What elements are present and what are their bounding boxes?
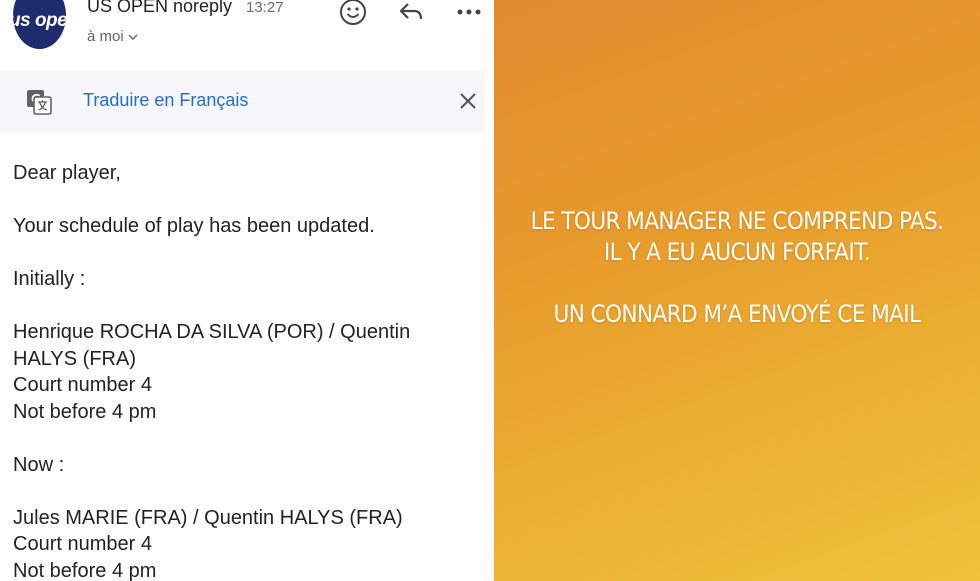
sender-avatar[interactable]: us open [13,0,66,49]
story-pane: LE TOUR MANAGER NE COMPREND PAS. IL Y A … [494,0,980,581]
initial-court: Court number 4 [13,374,152,396]
recipient-label: à moi [87,28,124,45]
story-spacer [494,268,980,299]
smiley-face-icon[interactable] [336,0,370,28]
initial-time: Not before 4 pm [13,400,157,423]
initial-schedule: Henrique ROCHA DA SILVA (POR) / Quentin … [13,319,483,425]
new-match: Jules MARIE (FRA) / Quentin HALYS (FRA) [13,506,403,529]
us-open-logo-text: us open [13,10,66,31]
new-schedule: Jules MARIE (FRA) / Quentin HALYS (FRA) … [13,505,483,581]
new-court: Court number 4 [13,533,152,555]
update-line: Your schedule of play has been updated. [13,215,375,237]
close-icon[interactable] [456,89,480,113]
chevron-down-icon [128,32,138,44]
recipient-details-toggle[interactable]: à moi [87,28,138,45]
initial-match-line1: Henrique ROCHA DA SILVA (POR) / Quentin [13,321,411,343]
new-time: Not before 4 pm [13,559,157,581]
greeting: Dear player, [13,162,121,184]
story-caption: LE TOUR MANAGER NE COMPREND PAS. IL Y A … [494,206,980,330]
now-label: Now : [13,453,65,476]
email-body: Dear player, Your schedule of play has b… [13,160,483,581]
story-line-1: LE TOUR MANAGER NE COMPREND PAS. [530,207,944,235]
initially-label: Initially : [13,268,86,290]
email-pane: us open US OPEN noreply 13:27 à moi [0,0,494,581]
sender-name: US OPEN noreply [87,0,233,16]
more-horizontal-icon[interactable] [452,0,486,28]
story-line-3: UN CONNARD M’A ENVOYÉ CE MAIL [553,300,922,328]
translate-icon: G [24,87,54,117]
reply-arrow-icon[interactable] [394,0,428,28]
email-time: 13:27 [246,0,284,16]
story-line-2: IL Y A EU AUCUN FORFAIT. [603,238,871,266]
initial-match-line2: HALYS (FRA) [13,347,136,370]
translate-link[interactable]: Traduire en Français [83,90,248,111]
translate-banner: G Traduire en Français [0,70,484,133]
